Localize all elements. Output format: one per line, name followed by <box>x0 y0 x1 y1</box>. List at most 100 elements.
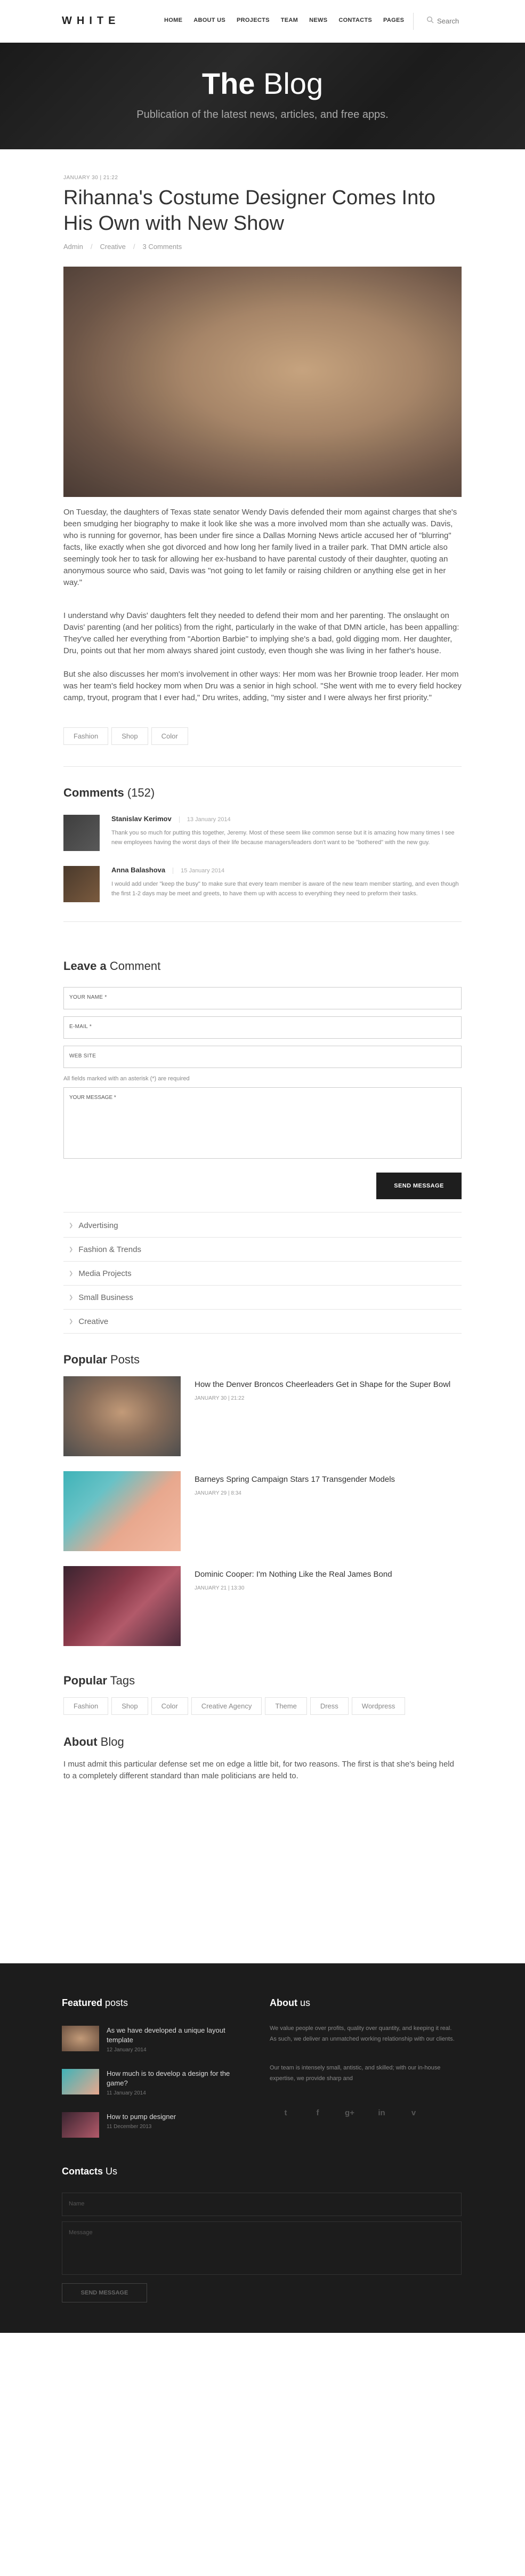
name-field[interactable]: YOUR NAME * <box>63 987 462 1009</box>
nav-team[interactable]: TEAM <box>281 17 298 23</box>
post-thumbnail[interactable] <box>62 2069 99 2094</box>
featured-post-date: 11 January 2014 <box>107 2090 146 2096</box>
popular-post-item[interactable]: Dominic Cooper: I'm Nothing Like the Rea… <box>63 1566 462 1646</box>
linkedin-icon[interactable]: in <box>366 2108 398 2117</box>
top-bar: WHITE HOME ABOUT US PROJECTS TEAM NEWS C… <box>0 0 525 43</box>
post-thumbnail[interactable] <box>63 1471 181 1551</box>
tag-theme[interactable]: Theme <box>265 1697 307 1715</box>
message-field[interactable]: YOUR MESSAGE * <box>63 1087 462 1159</box>
popular-post-date: JANUARY 21 | 13:30 <box>195 1585 245 1591</box>
comment-author[interactable]: Anna Balashova <box>111 866 165 874</box>
post-thumbnail[interactable] <box>63 1376 181 1456</box>
send-message-button[interactable]: SEND MESSAGE <box>376 1173 462 1199</box>
post-paragraph: I understand why Davis' daughters felt t… <box>63 611 459 655</box>
comment-text: Thank you so much for putting this toget… <box>111 830 455 846</box>
category-fashion-trends[interactable]: ❯ Fashion & Trends <box>63 1238 462 1262</box>
avatar <box>63 815 100 851</box>
post-thumbnail[interactable] <box>62 2026 99 2051</box>
leave-comment-heading: Leave a Comment <box>63 959 161 973</box>
about-blog-heading: About Blog <box>63 1735 124 1748</box>
post-thumbnail[interactable] <box>63 1566 181 1646</box>
popular-posts-heading: Popular Posts <box>63 1353 140 1366</box>
popular-post-date: JANUARY 29 | 8:34 <box>195 1490 241 1496</box>
vimeo-icon[interactable]: v <box>398 2108 430 2117</box>
nav-contacts[interactable]: CONTACTS <box>338 17 372 23</box>
featured-post-title[interactable]: How to pump designer <box>107 2112 176 2122</box>
tag-shop[interactable]: Shop <box>111 727 148 745</box>
post-title: Rihanna's Costume Designer Comes Into Hi… <box>63 187 435 235</box>
featured-post-item[interactable]: How much is to develop a design for the … <box>62 2069 248 2096</box>
featured-post-item[interactable]: As we have developed a unique layout tem… <box>62 2026 248 2053</box>
tag-shop[interactable]: Shop <box>111 1697 148 1715</box>
about-blog-text: I must admit this particular defense set… <box>63 1760 454 1780</box>
comments-heading: Comments (152) <box>63 786 155 799</box>
category-small-business[interactable]: ❯ Small Business <box>63 1286 462 1310</box>
popular-post-title[interactable]: Dominic Cooper: I'm Nothing Like the Rea… <box>195 1569 392 1580</box>
nav-home[interactable]: HOME <box>164 17 182 23</box>
tag-fashion[interactable]: Fashion <box>63 1697 109 1715</box>
nav-news[interactable]: NEWS <box>309 17 327 23</box>
popular-tags: Fashion Shop Color Creative Agency Theme… <box>63 1697 462 1715</box>
post-thumbnail[interactable] <box>62 2112 99 2138</box>
nav-divider <box>413 13 414 30</box>
popular-post-item[interactable]: Barneys Spring Campaign Stars 17 Transge… <box>63 1471 462 1551</box>
nav-about-us[interactable]: ABOUT US <box>193 17 225 23</box>
post-category[interactable]: Creative <box>100 243 125 251</box>
post-author[interactable]: Admin <box>63 243 83 251</box>
email-field[interactable]: E-MAIL * <box>63 1016 462 1039</box>
avatar <box>63 866 100 902</box>
divider <box>63 766 462 767</box>
tag-fashion[interactable]: Fashion <box>63 727 109 745</box>
divider <box>63 921 462 922</box>
site-logo[interactable]: WHITE <box>62 15 120 27</box>
comment-item: Anna Balashova 15 January 2014 I would ad… <box>63 866 462 902</box>
nav-projects[interactable]: PROJECTS <box>237 17 270 23</box>
about-us-heading: About us <box>270 1997 310 2008</box>
featured-post-date: 11 December 2013 <box>107 2124 152 2130</box>
tag-dress[interactable]: Dress <box>310 1697 349 1715</box>
tag-color[interactable]: Color <box>151 1697 188 1715</box>
popular-post-item[interactable]: How the Denver Broncos Cheerleaders Get … <box>63 1376 462 1456</box>
featured-post-item[interactable]: How to pump designer 11 December 2013 <box>62 2112 248 2138</box>
tag-color[interactable]: Color <box>151 727 188 745</box>
chevron-right-icon: ❯ <box>69 1222 74 1229</box>
contact-name-field[interactable]: Name <box>62 2193 462 2216</box>
category-list: ❯ Advertising ❯ Fashion & Trends ❯ Media Pr… <box>63 1214 462 1334</box>
twitter-icon[interactable]: t <box>270 2108 302 2117</box>
category-advertising[interactable]: ❯ Advertising <box>63 1214 462 1238</box>
facebook-icon[interactable]: f <box>302 2108 334 2117</box>
contact-message-field[interactable]: Message <box>62 2221 462 2275</box>
google-plus-icon[interactable]: g+ <box>334 2108 366 2117</box>
site-footer: Featured posts As we have developed a un… <box>0 1963 525 2333</box>
popular-post-title[interactable]: Barneys Spring Campaign Stars 17 Transge… <box>195 1474 395 1485</box>
search-box <box>426 16 480 26</box>
comment-date: 13 January 2014 <box>179 816 231 823</box>
tag-wordpress[interactable]: Wordpress <box>351 1697 406 1715</box>
category-media-projects[interactable]: ❯ Media Projects <box>63 1262 462 1286</box>
contact-send-button[interactable]: SEND MESSAGE <box>62 2283 147 2302</box>
tag-creative-agency[interactable]: Creative Agency <box>191 1697 262 1715</box>
popular-post-date: JANUARY 30 | 21:22 <box>195 1395 245 1401</box>
nav-pages[interactable]: PAGES <box>383 17 404 23</box>
featured-posts-heading: Featured posts <box>62 1997 128 2008</box>
post-comments-link[interactable]: 3 Comments <box>143 243 182 251</box>
page-subtitle: Publication of the latest news, articles… <box>136 109 389 121</box>
featured-image <box>63 267 462 497</box>
website-field[interactable]: WEB SITE <box>63 1046 462 1068</box>
divider <box>63 1212 462 1213</box>
chevron-right-icon: ❯ <box>69 1318 74 1325</box>
about-us-text: Our team is intensely small, antistic, a… <box>270 2065 441 2082</box>
chevron-right-icon: ❯ <box>69 1246 74 1253</box>
comment-author[interactable]: Stanislav Kerimov <box>111 815 172 823</box>
comment-text: I would add under "keep the busy" to mak… <box>111 881 459 897</box>
search-icon[interactable] <box>426 16 434 26</box>
search-input[interactable] <box>437 17 480 25</box>
category-creative[interactable]: ❯ Creative <box>63 1310 462 1334</box>
popular-post-title[interactable]: How the Denver Broncos Cheerleaders Get … <box>195 1379 450 1390</box>
popular-tags-heading: Popular Tags <box>63 1674 135 1687</box>
featured-post-date: 12 January 2014 <box>107 2047 147 2053</box>
post-date: JANUARY 30 | 21:22 <box>63 175 118 181</box>
featured-post-title[interactable]: How much is to develop a design for the … <box>107 2069 248 2088</box>
featured-post-title[interactable]: As we have developed a unique layout tem… <box>107 2026 248 2045</box>
chevron-right-icon: ❯ <box>69 1270 74 1277</box>
